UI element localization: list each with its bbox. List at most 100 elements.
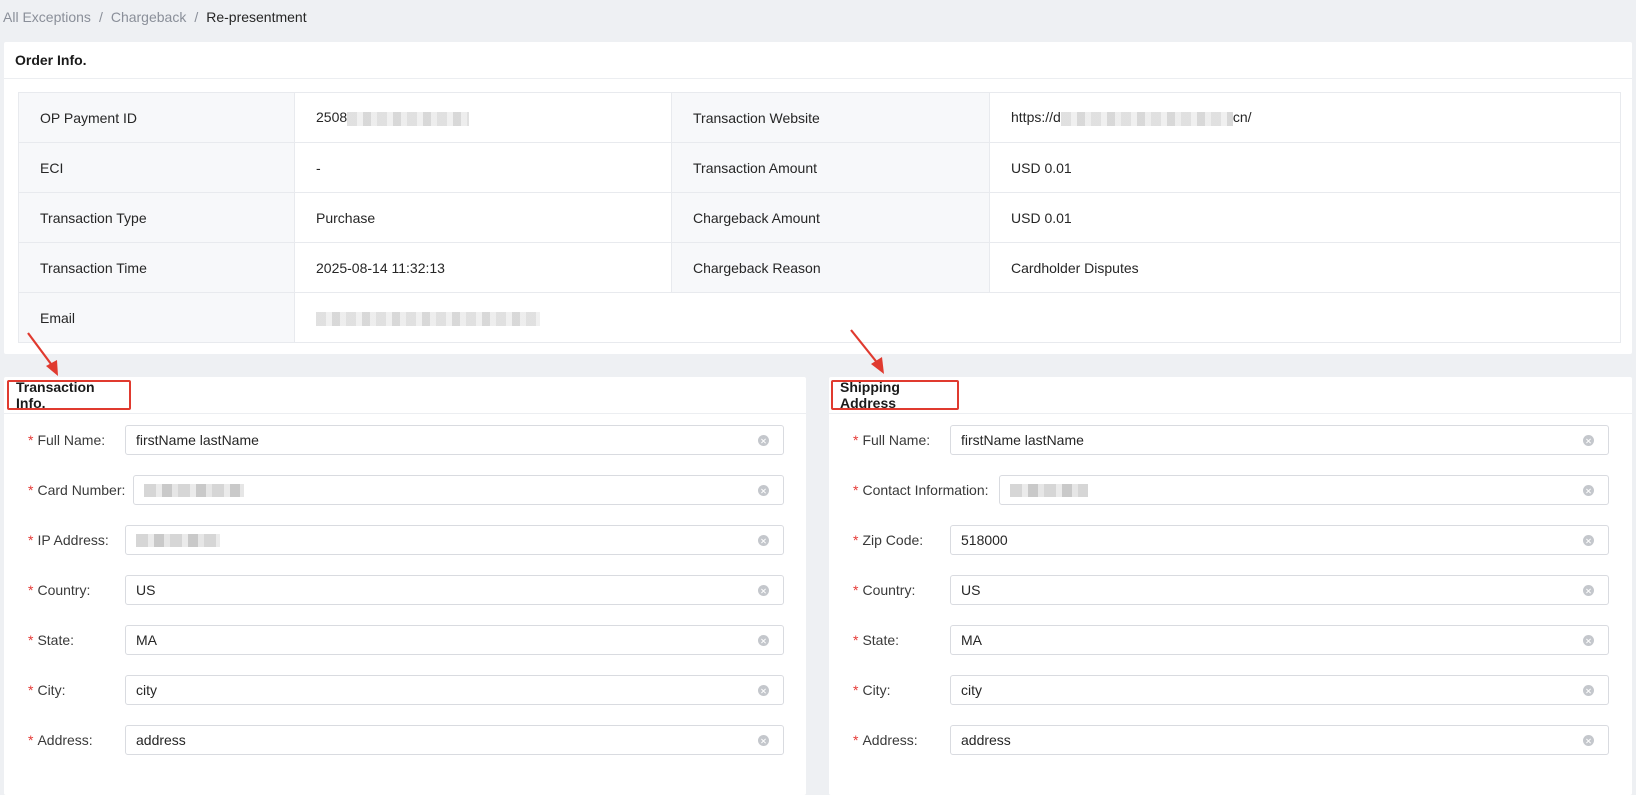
clear-icon[interactable] (758, 735, 769, 746)
state-label: * State: (28, 632, 128, 648)
clear-icon[interactable] (758, 635, 769, 646)
country-field[interactable] (125, 575, 784, 605)
zip-code-field[interactable] (950, 525, 1609, 555)
contact-information-label: * Contact Information: (853, 482, 1003, 498)
city-field[interactable] (125, 675, 784, 705)
country-input[interactable] (136, 582, 753, 598)
address-label: * Address: (853, 732, 953, 748)
clear-icon[interactable] (758, 435, 769, 446)
label-text: IP Address: (37, 532, 109, 548)
order-info-table: OP Payment ID 2508 Transaction Website h… (18, 92, 1621, 343)
full-name-field[interactable] (125, 425, 784, 455)
city-input[interactable] (136, 682, 753, 698)
breadcrumb-current: Re-presentment (206, 9, 307, 25)
transaction-type-value: Purchase (294, 192, 672, 243)
order-info-card: Order Info. OP Payment ID 2508 Transacti… (4, 42, 1632, 354)
address-input[interactable] (136, 732, 753, 748)
full-name-label: * Full Name: (853, 432, 953, 448)
clear-icon[interactable] (758, 685, 769, 696)
clear-icon[interactable] (1583, 435, 1594, 446)
zip-code-input[interactable] (961, 532, 1578, 548)
label-text: Address: (862, 732, 918, 748)
shipping-address-card: Shipping Address *Full Name: *Contact In… (829, 377, 1632, 795)
required-mark: * (28, 432, 34, 448)
country-input[interactable] (961, 582, 1578, 598)
clear-icon[interactable] (758, 485, 769, 496)
transaction-time-value: 2025-08-14 11:32:13 (294, 242, 672, 293)
contact-information-field[interactable] (999, 475, 1609, 505)
full-name-input[interactable] (136, 432, 753, 448)
breadcrumb-separator: / (194, 9, 199, 25)
label-text: City: (37, 682, 66, 698)
city-input[interactable] (961, 682, 1578, 698)
clear-icon[interactable] (1583, 535, 1594, 546)
eci-value: - (294, 142, 672, 193)
state-input[interactable] (136, 632, 753, 648)
label-text: Full Name: (37, 432, 106, 448)
clear-icon[interactable] (1583, 685, 1594, 696)
table-row: Transaction Type Purchase Chargeback Amo… (18, 192, 1621, 243)
transaction-time-label: Transaction Time (18, 242, 295, 293)
country-label: * Country: (28, 582, 128, 598)
required-mark: * (28, 632, 34, 648)
redacted-block (347, 111, 470, 126)
label-text: Country: (862, 582, 916, 598)
clear-icon[interactable] (1583, 735, 1594, 746)
state-input[interactable] (961, 632, 1578, 648)
breadcrumb: All Exceptions / Chargeback / Re-present… (3, 8, 307, 26)
required-mark: * (28, 532, 34, 548)
order-info-title: Order Info. (4, 42, 1632, 79)
payment-id-text: 2508 (316, 109, 348, 126)
redacted-block (136, 533, 220, 547)
label-text: Contact Information: (862, 482, 989, 498)
redacted-block (144, 483, 244, 497)
redacted-block (316, 311, 540, 326)
required-mark: * (28, 482, 34, 498)
state-label: * State: (853, 632, 953, 648)
required-mark: * (853, 482, 859, 498)
label-text: Full Name: (862, 432, 931, 448)
required-mark: * (28, 682, 34, 698)
chargeback-amount-value: USD 0.01 (989, 192, 1621, 243)
transaction-info-card: Transaction Info. *Full Name: *Card Numb… (4, 377, 806, 795)
city-label: * City: (853, 682, 953, 698)
table-row: ECI - Transaction Amount USD 0.01 (18, 142, 1621, 193)
address-field[interactable] (125, 725, 784, 755)
required-mark: * (853, 532, 859, 548)
card-number-label: * Card Number: (28, 482, 138, 498)
website-suffix: cn/ (1232, 109, 1252, 126)
label-text: Address: (37, 732, 93, 748)
required-mark: * (853, 732, 859, 748)
breadcrumb-all-exceptions[interactable]: All Exceptions (3, 9, 91, 25)
transaction-amount-value: USD 0.01 (989, 142, 1621, 193)
chargeback-reason-value: Cardholder Disputes (989, 242, 1621, 293)
eci-label: ECI (18, 142, 295, 193)
address-field[interactable] (950, 725, 1609, 755)
email-label: Email (18, 292, 295, 343)
payment-id-label: OP Payment ID (18, 92, 295, 143)
state-field[interactable] (950, 625, 1609, 655)
transaction-type-label: Transaction Type (18, 192, 295, 243)
ip-address-field[interactable] (125, 525, 784, 555)
full-name-field[interactable] (950, 425, 1609, 455)
card-number-field[interactable] (133, 475, 784, 505)
table-row: Email (18, 292, 1621, 343)
label-text: State: (37, 632, 75, 648)
clear-icon[interactable] (1583, 485, 1594, 496)
clear-icon[interactable] (758, 585, 769, 596)
clear-icon[interactable] (1583, 585, 1594, 596)
address-label: * Address: (28, 732, 128, 748)
payment-id-value: 2508 (294, 92, 672, 143)
state-field[interactable] (125, 625, 784, 655)
address-input[interactable] (961, 732, 1578, 748)
website-label: Transaction Website (671, 92, 990, 143)
clear-icon[interactable] (758, 535, 769, 546)
country-field[interactable] (950, 575, 1609, 605)
city-field[interactable] (950, 675, 1609, 705)
chargeback-reason-label: Chargeback Reason (671, 242, 990, 293)
full-name-input[interactable] (961, 432, 1578, 448)
breadcrumb-chargeback[interactable]: Chargeback (111, 9, 187, 25)
clear-icon[interactable] (1583, 635, 1594, 646)
zip-code-label: * Zip Code: (853, 532, 953, 548)
required-mark: * (28, 582, 34, 598)
